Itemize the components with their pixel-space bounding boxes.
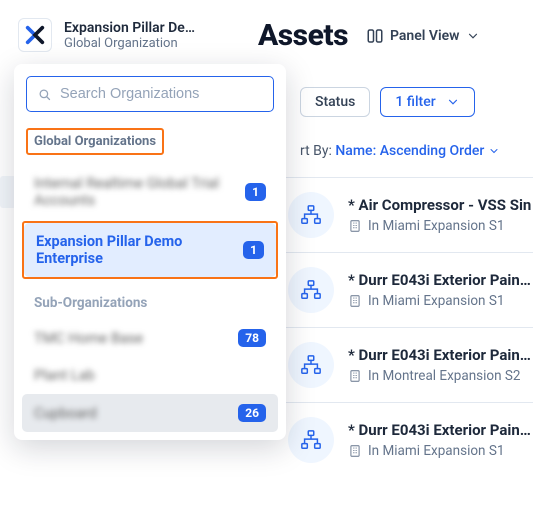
- hierarchy-icon: [300, 354, 322, 376]
- org-search-field[interactable]: [26, 76, 274, 112]
- org-dropdown: Global Organizations Internal Realtime G…: [14, 64, 286, 440]
- count-badge: 1: [245, 183, 266, 201]
- filter-count-button[interactable]: 1 filter: [380, 87, 474, 117]
- asset-location: In Miami Expansion S1: [348, 443, 533, 459]
- asset-title: * Durr E043i Exterior Paint A: [348, 271, 533, 289]
- status-filter-button[interactable]: Status: [300, 87, 370, 117]
- org-item-label: Plant Lab: [34, 367, 266, 384]
- sub-org-item[interactable]: TMC Home Base78: [22, 319, 278, 357]
- chevron-down-icon: [466, 29, 480, 43]
- asset-title: * Durr E043i Exterior Paint A: [348, 346, 533, 364]
- building-icon: [348, 444, 362, 458]
- count-badge: 26: [238, 404, 266, 422]
- org-item-label: Expansion Pillar Demo Enterprise: [36, 233, 243, 267]
- asset-item[interactable]: * Durr E043i Exterior Paint A In Montreal…: [282, 327, 533, 402]
- sort-control[interactable]: rt By: Name: Ascending Order: [300, 143, 533, 159]
- global-orgs-heading: Global Organizations: [26, 128, 164, 155]
- global-org-item[interactable]: Internal Realtime Global Trial Accounts1: [22, 165, 278, 219]
- building-icon: [348, 369, 362, 383]
- columns-icon: [366, 27, 384, 45]
- org-item-label: Cupboard: [34, 405, 238, 422]
- asset-title: * Durr E043i Exterior Paint A: [348, 421, 533, 439]
- sub-orgs-heading: Sub-Organizations: [22, 281, 278, 319]
- asset-item[interactable]: * Durr E043i Exterior Paint A In Miami Ex…: [282, 252, 533, 327]
- chevron-down-icon: [488, 145, 500, 157]
- org-item-label: TMC Home Base: [34, 330, 238, 347]
- org-item-label: Internal Realtime Global Trial Accounts: [34, 175, 245, 209]
- page-title: Assets: [258, 18, 348, 53]
- search-input[interactable]: [60, 86, 263, 102]
- hierarchy-icon: [300, 279, 322, 301]
- asset-type-icon: [288, 342, 334, 388]
- current-org-scope: Global Organization: [64, 36, 195, 51]
- asset-type-icon: [288, 267, 334, 313]
- asset-list: * Air Compressor - VSS Sin In Miami Expan…: [282, 177, 533, 477]
- selected-org-highlight: Expansion Pillar Demo Enterprise1: [22, 221, 278, 279]
- chevron-down-icon: [446, 95, 460, 109]
- panel-view-toggle[interactable]: Panel View: [366, 27, 480, 45]
- global-org-item[interactable]: Expansion Pillar Demo Enterprise1: [24, 223, 276, 277]
- panel-view-label: Panel View: [390, 28, 460, 44]
- asset-type-icon: [288, 192, 334, 238]
- count-badge: 78: [238, 329, 266, 347]
- count-badge: 1: [243, 241, 264, 259]
- current-org-name: Expansion Pillar De…: [64, 20, 195, 36]
- hierarchy-icon: [300, 204, 322, 226]
- search-icon: [37, 87, 52, 102]
- org-switcher[interactable]: Expansion Pillar De… Global Organization: [18, 18, 238, 52]
- asset-location: In Miami Expansion S1: [348, 218, 531, 234]
- asset-item[interactable]: * Durr E043i Exterior Paint A In Miami Ex…: [282, 402, 533, 477]
- hierarchy-icon: [300, 429, 322, 451]
- asset-location: In Miami Expansion S1: [348, 293, 533, 309]
- building-icon: [348, 219, 362, 233]
- asset-item[interactable]: * Air Compressor - VSS Sin In Miami Expan…: [282, 177, 533, 252]
- sub-org-item[interactable]: Cupboard26: [22, 394, 278, 432]
- asset-title: * Air Compressor - VSS Sin: [348, 196, 531, 214]
- sub-org-item[interactable]: Plant Lab: [22, 357, 278, 394]
- building-icon: [348, 294, 362, 308]
- asset-type-icon: [288, 417, 334, 463]
- app-logo: [18, 18, 52, 52]
- asset-location: In Montreal Expansion S2: [348, 368, 533, 384]
